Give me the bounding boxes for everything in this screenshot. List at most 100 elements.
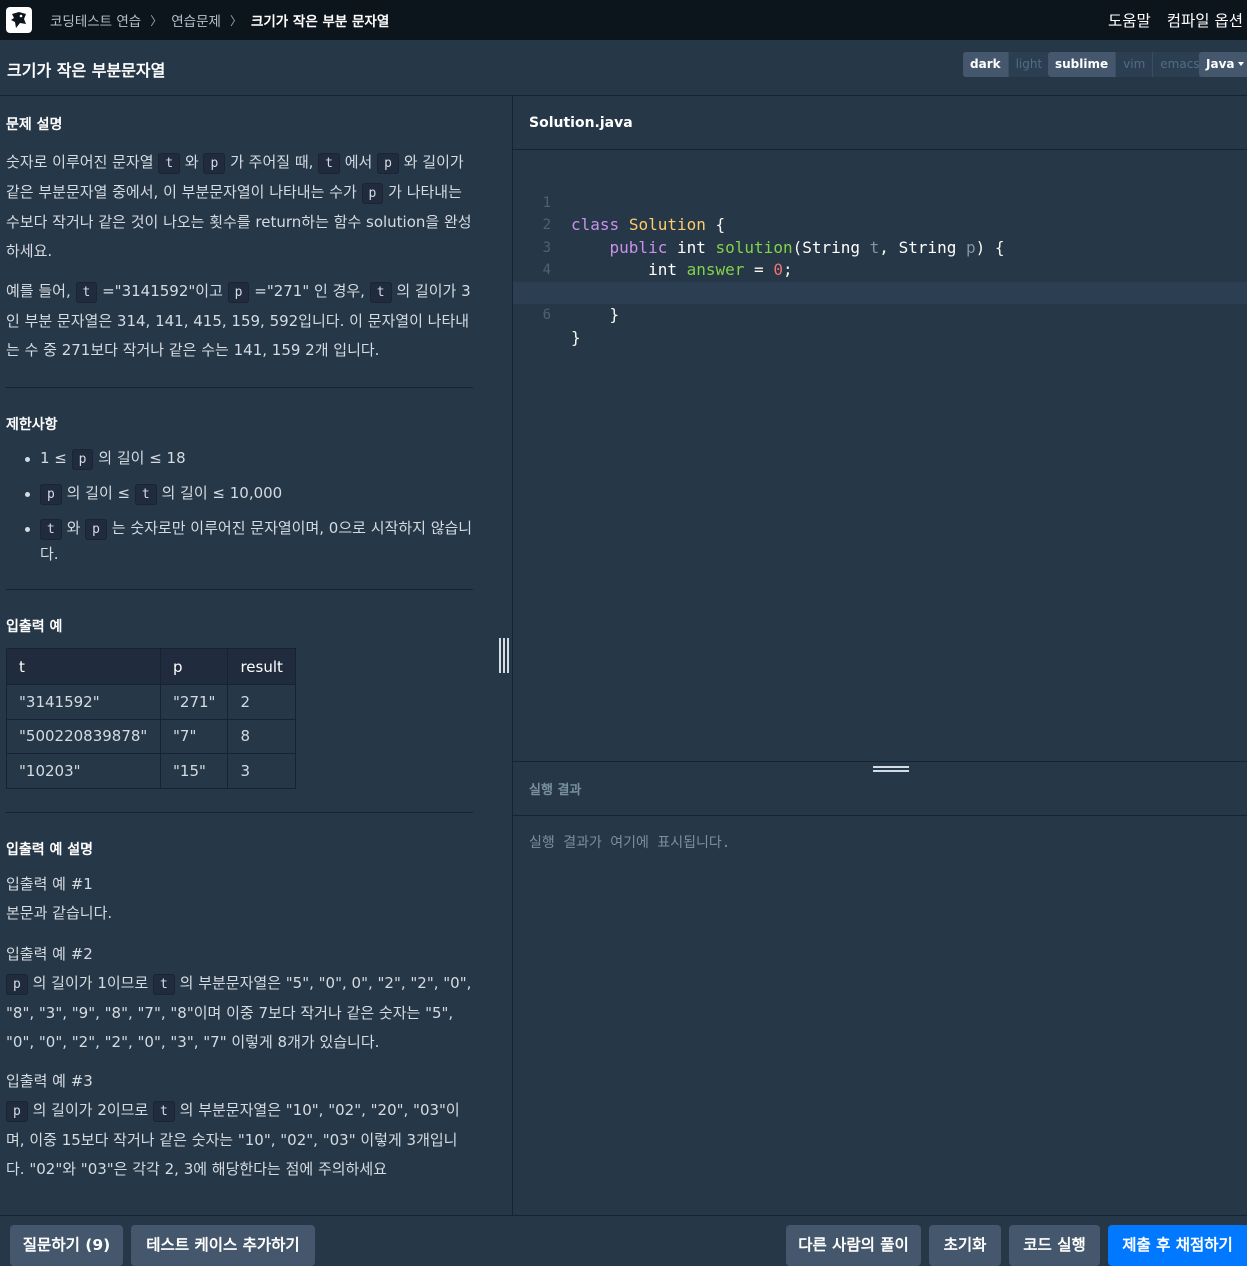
- code-line: 1 class Solution {: [513, 169, 1247, 235]
- table-cell: "500220839878": [6, 718, 161, 754]
- code-editor[interactable]: 1 class Solution { 2 public int solution…: [513, 150, 1247, 762]
- description-paragraph-1: 숫자로 이루어진 문자열 t 와 p 가 주어질 때, t 에서 p 와 길이가…: [6, 148, 473, 266]
- text: 의 길이 ≤ 10,000: [156, 484, 283, 502]
- language-select[interactable]: Java: [1199, 52, 1247, 77]
- language-select-value: Java: [1206, 57, 1235, 71]
- bottom-bar: 질문하기 (9) 테스트 케이스 추가하기 다른 사람의 풀이 초기화 코드 실…: [0, 1215, 1247, 1266]
- code-t: t: [369, 282, 392, 303]
- code-p: p: [85, 519, 107, 540]
- example-3-title: 입출력 예 #3: [6, 1072, 93, 1090]
- io-heading: 입출력 예: [6, 619, 63, 635]
- code-text: }: [571, 305, 620, 324]
- code-line: 4 return answer;: [513, 237, 1247, 302]
- table-header-row: t p result: [6, 648, 296, 685]
- breadcrumb-current: 크기가 작은 부분 문자열: [250, 14, 390, 30]
- code-p: p: [6, 974, 28, 995]
- chevron-right-icon: 〉: [150, 13, 163, 28]
- divider: [6, 387, 473, 388]
- editor-filename: Solution.java: [529, 115, 633, 131]
- table-cell: "15": [159, 753, 229, 789]
- keymap-toggle: sublime vim emacs: [1048, 52, 1207, 77]
- io-table: t p result "3141592" "271" 2 "5002208398…: [6, 648, 296, 789]
- compile-options-link[interactable]: 컴파일 옵션: [1167, 9, 1243, 31]
- example-2-body: p 의 길이가 1이므로 t 의 부분문자열은 "5", "0", 0", "2…: [6, 969, 473, 1057]
- keymap-sublime-button[interactable]: sublime: [1048, 52, 1116, 77]
- table-cell: "10203": [6, 753, 161, 789]
- text: 의 길이가 2이므로: [27, 1101, 154, 1119]
- table-cell: "3141592": [6, 684, 161, 720]
- description-heading: 문제 설명: [6, 117, 63, 133]
- text: 와: [180, 153, 204, 171]
- code-p: p: [71, 449, 94, 470]
- breadcrumb-practice[interactable]: 연습문제: [171, 10, 221, 30]
- page-title: 크기가 작은 부분문자열: [7, 61, 166, 80]
- code-p: p: [6, 1101, 28, 1122]
- add-testcase-button[interactable]: 테스트 케이스 추가하기: [131, 1225, 315, 1266]
- text: 의 길이가 1이므로: [27, 974, 154, 992]
- theme-light-button[interactable]: light: [1007, 52, 1050, 77]
- code-t: t: [75, 282, 98, 303]
- table-row: "500220839878" "7" 8: [6, 718, 296, 754]
- help-link[interactable]: 도움말: [1108, 9, 1151, 31]
- reset-button[interactable]: 초기화: [929, 1225, 1001, 1266]
- divider: [6, 812, 473, 813]
- example-1-title: 입출력 예 #1: [6, 875, 93, 893]
- chevron-right-icon: 〉: [229, 13, 242, 28]
- code-text: }: [571, 327, 581, 347]
- code-p: p: [40, 484, 62, 505]
- code-p: p: [203, 153, 226, 174]
- description-paragraph-2: 예를 들어, t ="3141592"이고 p ="271" 인 경우, t 의…: [6, 277, 473, 365]
- limits-heading: 제한사항: [6, 417, 58, 433]
- code-t: t: [40, 519, 62, 540]
- column-header-t: t: [6, 648, 161, 685]
- ask-question-button[interactable]: 질문하기 (9): [10, 1225, 123, 1266]
- others-solutions-button[interactable]: 다른 사람의 풀이: [786, 1225, 921, 1266]
- example-3-body: p 의 길이가 2이므로 t 의 부분문자열은 "10", "02", "20"…: [6, 1096, 473, 1184]
- column-header-p: p: [159, 648, 229, 685]
- code-t: t: [158, 153, 181, 174]
- code-t: t: [153, 974, 175, 995]
- code-line: 3 int answer = 0;: [513, 214, 1247, 280]
- code-line-active: 6 }: [513, 281, 1247, 347]
- breadcrumb-coding-test[interactable]: 코딩테스트 연습: [50, 10, 141, 30]
- code-line: 5 }: [513, 259, 1247, 325]
- breadcrumb: 코딩테스트 연습 〉 연습문제 〉 크기가 작은 부분 문자열: [50, 10, 390, 31]
- problem-panel[interactable]: 문제 설명 숫자로 이루어진 문자열 t 와 p 가 주어질 때, t 에서 p…: [0, 96, 512, 1215]
- programmers-logo-icon[interactable]: [6, 7, 32, 33]
- table-row: "3141592" "271" 2: [6, 684, 296, 720]
- code-p: p: [361, 183, 384, 204]
- keymap-vim-button[interactable]: vim: [1115, 52, 1152, 77]
- column-header-result: result: [227, 648, 296, 685]
- list-item: p 의 길이 ≤ t 의 길이 ≤ 10,000: [0, 481, 473, 507]
- text: 와: [61, 519, 86, 537]
- code-p: p: [227, 282, 250, 303]
- code-t: t: [153, 1101, 175, 1122]
- io-explain-heading: 입출력 예 설명: [6, 842, 94, 858]
- text: ="271" 인 경우,: [249, 282, 370, 300]
- text: ="3141592"이고: [97, 282, 228, 300]
- result-output: 실행 결과가 여기에 표시됩니다.: [529, 835, 731, 851]
- text: 예를 들어,: [6, 282, 76, 300]
- table-cell: 2: [227, 684, 296, 720]
- caret-down-icon: [1238, 62, 1244, 66]
- result-title: 실행 결과: [529, 783, 582, 798]
- submit-button[interactable]: 제출 후 채점하기: [1108, 1225, 1247, 1266]
- title-bar: 크기가 작은 부분문자열 dark light sublime vim emac…: [0, 40, 1247, 96]
- example-1-body: 본문과 같습니다.: [6, 904, 113, 922]
- vertical-resize-handle-icon[interactable]: [499, 638, 509, 673]
- text: 에서: [339, 153, 378, 171]
- run-code-button[interactable]: 코드 실행: [1009, 1225, 1100, 1266]
- table-cell: 8: [227, 718, 296, 754]
- table-cell: "271": [159, 684, 229, 720]
- line-number: 6: [542, 307, 551, 323]
- theme-dark-button[interactable]: dark: [963, 52, 1008, 77]
- limits-list: 1 ≤ p 의 길이 ≤ 18 p 의 길이 ≤ t 의 길이 ≤ 10,000…: [0, 446, 473, 567]
- result-header: 실행 결과: [513, 762, 1247, 816]
- list-item: 1 ≤ p 의 길이 ≤ 18: [0, 446, 473, 472]
- divider: [6, 589, 473, 590]
- text: 1 ≤: [40, 449, 72, 467]
- code-t: t: [318, 153, 340, 174]
- code-line: 2 public int solution(String t, String p…: [513, 192, 1247, 257]
- table-cell: "7": [159, 718, 229, 754]
- code-t: t: [134, 484, 157, 505]
